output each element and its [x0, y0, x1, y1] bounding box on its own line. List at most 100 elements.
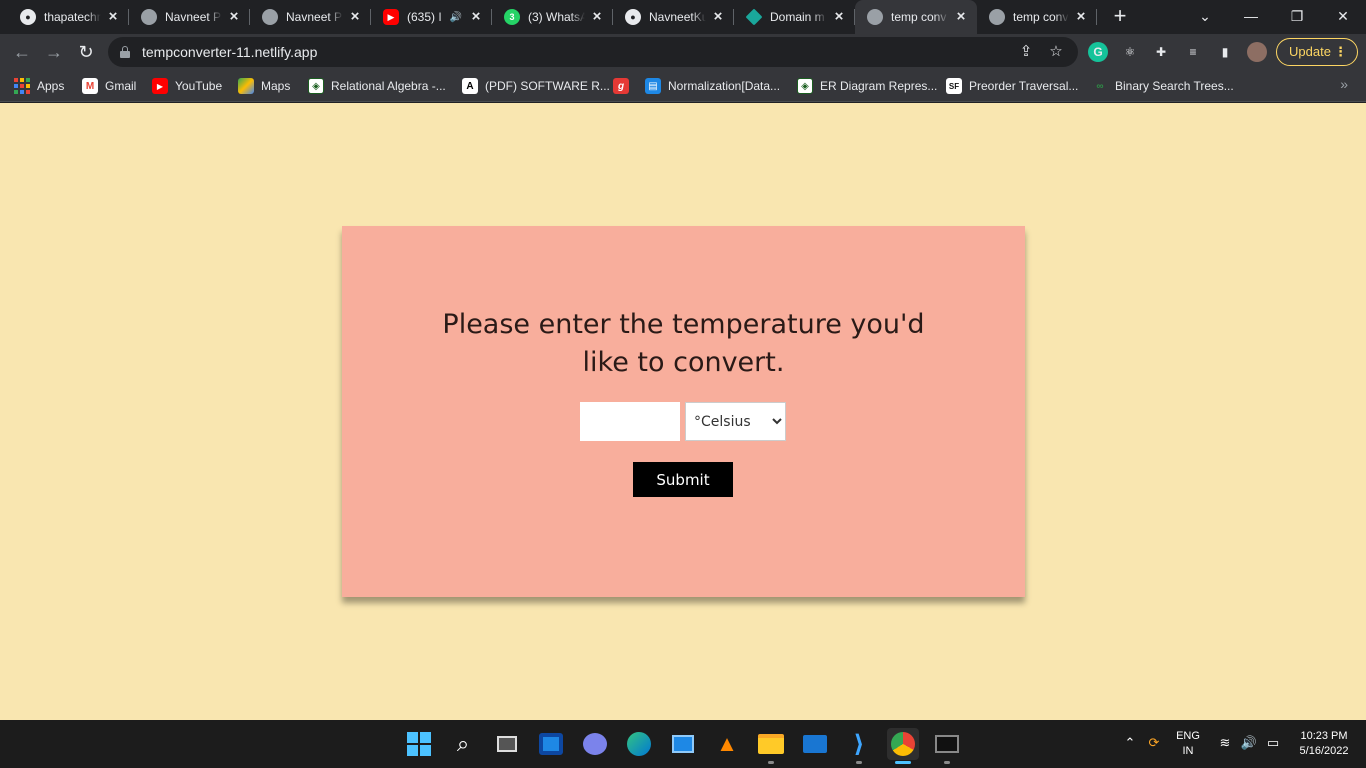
tab-0[interactable]: ● thapatechn × — [8, 0, 129, 34]
bookmark-label: (PDF) SOFTWARE R... — [485, 79, 610, 93]
close-icon[interactable]: × — [468, 9, 484, 25]
address-bar[interactable]: tempconverter-11.netlify.app ⇪ ☆ — [108, 37, 1078, 67]
tab-title: Navneet Pa — [165, 10, 222, 24]
tab-8[interactable]: temp conv × — [977, 0, 1097, 34]
monitor-app-icon[interactable] — [667, 728, 699, 760]
close-icon[interactable]: × — [226, 9, 242, 25]
tab-7-active[interactable]: temp conv × — [855, 0, 977, 34]
battery-icon[interactable]: ▭ — [1264, 735, 1282, 751]
update-button[interactable]: Update ⋮ — [1276, 38, 1358, 66]
grammarly-icon[interactable]: G — [1088, 42, 1108, 62]
tab-6[interactable]: Domain m × — [734, 0, 855, 34]
reload-icon[interactable]: ↻ — [72, 38, 100, 66]
mail-icon[interactable] — [799, 728, 831, 760]
bookmark-label: ER Diagram Repres... — [820, 79, 938, 93]
reading-list-icon[interactable]: ≡ — [1183, 42, 1203, 62]
unit-select[interactable]: °Celsius °Fahrenheit °Kelvin — [685, 402, 786, 441]
bookmark-g-site[interactable]: g — [613, 76, 636, 96]
speaker-icon[interactable]: 🔊 — [450, 12, 462, 23]
window-close-button[interactable]: ✕ — [1320, 0, 1366, 34]
bookmark-pdf-software[interactable]: A (PDF) SOFTWARE R... — [462, 76, 610, 96]
close-icon[interactable]: × — [105, 9, 121, 25]
close-icon[interactable]: × — [589, 9, 605, 25]
tab-search-chevron-icon[interactable]: ⌄ — [1182, 0, 1228, 34]
react-devtools-icon[interactable]: ⚛ — [1120, 42, 1140, 62]
restore-button[interactable]: ❐ — [1274, 0, 1320, 34]
bookmark-binary-search-trees[interactable]: ∞ Binary Search Trees... — [1092, 76, 1233, 96]
bookmark-relational-algebra[interactable]: ◈ Relational Algebra -... — [308, 76, 446, 96]
site-icon: ◈ — [797, 78, 813, 94]
search-icon[interactable]: ⌕ — [447, 728, 479, 760]
bookmark-maps[interactable]: Maps — [238, 76, 290, 96]
bookmark-er-diagram[interactable]: ◈ ER Diagram Repres... — [797, 76, 937, 96]
github-icon: ● — [625, 9, 641, 25]
globe-icon — [141, 9, 157, 25]
bookmark-preorder-traversal[interactable]: SF Preorder Traversal... — [946, 76, 1078, 96]
file-explorer-icon[interactable] — [755, 728, 787, 764]
extensions-puzzle-icon[interactable]: ✚ — [1151, 42, 1171, 62]
tab-4[interactable]: 3 (3) WhatsA × — [492, 0, 613, 34]
tab-title: temp conv — [891, 10, 947, 24]
globe-icon — [262, 9, 278, 25]
vlc-icon[interactable]: ▲ — [711, 728, 743, 760]
whatsapp-icon: 3 — [504, 9, 520, 25]
start-button[interactable] — [403, 728, 435, 760]
wifi-icon[interactable]: ≋ — [1216, 735, 1234, 751]
temperature-input[interactable] — [580, 402, 680, 441]
teams-chat-icon[interactable] — [579, 728, 611, 760]
bookmark-star-icon[interactable]: ☆ — [1046, 42, 1066, 62]
tray-chevron-up-icon[interactable]: ⌃ — [1121, 735, 1139, 751]
tab-5[interactable]: ● NavneetKu × — [613, 0, 734, 34]
bookmark-gmail[interactable]: M Gmail — [82, 76, 136, 96]
tab-2[interactable]: Navneet Pa × — [250, 0, 371, 34]
terminal-icon[interactable] — [931, 728, 963, 764]
language-code: ENG — [1176, 730, 1200, 742]
close-icon[interactable]: × — [953, 9, 969, 25]
browser-toolbar: ← → ↻ tempconverter-11.netlify.app ⇪ ☆ G… — [0, 34, 1366, 70]
bookmark-label: YouTube — [175, 79, 223, 93]
tab-title: NavneetKu — [649, 10, 706, 24]
side-panel-icon[interactable]: ▮ — [1215, 42, 1235, 62]
clock[interactable]: 10:23 PM 5/16/2022 — [1292, 729, 1356, 759]
active-indicator — [895, 761, 911, 764]
close-icon[interactable]: × — [347, 9, 363, 25]
url-text: tempconverter-11.netlify.app — [142, 44, 318, 60]
database-icon: ▤ — [645, 78, 661, 94]
vscode-icon[interactable]: ⟩ — [843, 728, 875, 764]
update-label: Update — [1289, 44, 1331, 59]
edge-icon[interactable] — [623, 728, 655, 760]
more-bookmarks-chevron-icon[interactable]: » — [1340, 76, 1348, 92]
new-tab-button[interactable]: + — [1108, 5, 1132, 29]
forward-arrow-icon[interactable]: → — [40, 38, 68, 66]
close-icon[interactable]: × — [1073, 9, 1089, 25]
volume-icon[interactable]: 🔊 — [1240, 735, 1258, 751]
language-indicator[interactable]: ENG IN — [1172, 729, 1204, 759]
profile-avatar[interactable] — [1247, 42, 1267, 62]
converter-card: Please enter the temperature you'd like … — [342, 226, 1025, 597]
bookmark-apps[interactable]: Apps — [14, 76, 64, 96]
sync-icon[interactable]: ⟳ — [1145, 735, 1163, 751]
running-indicator — [856, 761, 862, 764]
menu-kebab-icon[interactable]: ⋮ — [1334, 39, 1347, 65]
page-viewport: Please enter the temperature you'd like … — [0, 103, 1366, 720]
back-arrow-icon[interactable]: ← — [8, 38, 36, 66]
bookmark-normalization[interactable]: ▤ Normalization[Data... — [645, 76, 780, 96]
widgets-icon[interactable] — [535, 728, 567, 760]
task-view-icon[interactable] — [491, 728, 523, 760]
bookmark-label: Apps — [37, 79, 65, 93]
submit-button[interactable]: Submit — [633, 462, 733, 497]
youtube-icon: ▶ — [383, 9, 399, 25]
tab-1[interactable]: Navneet Pa × — [129, 0, 250, 34]
clock-date: 5/16/2022 — [1299, 745, 1349, 757]
github-icon: ● — [20, 9, 36, 25]
region-code: IN — [1182, 745, 1194, 757]
tab-title: (3) WhatsA — [528, 10, 585, 24]
lock-icon[interactable] — [120, 46, 130, 58]
minimize-button[interactable]: — — [1228, 0, 1274, 34]
close-icon[interactable]: × — [710, 9, 726, 25]
close-icon[interactable]: × — [831, 9, 847, 25]
bookmark-youtube[interactable]: ▶ YouTube — [152, 76, 222, 96]
chrome-icon[interactable] — [887, 728, 919, 764]
share-icon[interactable]: ⇪ — [1016, 42, 1036, 62]
tab-3[interactable]: ▶ (635) I 🔊 × — [371, 0, 492, 34]
